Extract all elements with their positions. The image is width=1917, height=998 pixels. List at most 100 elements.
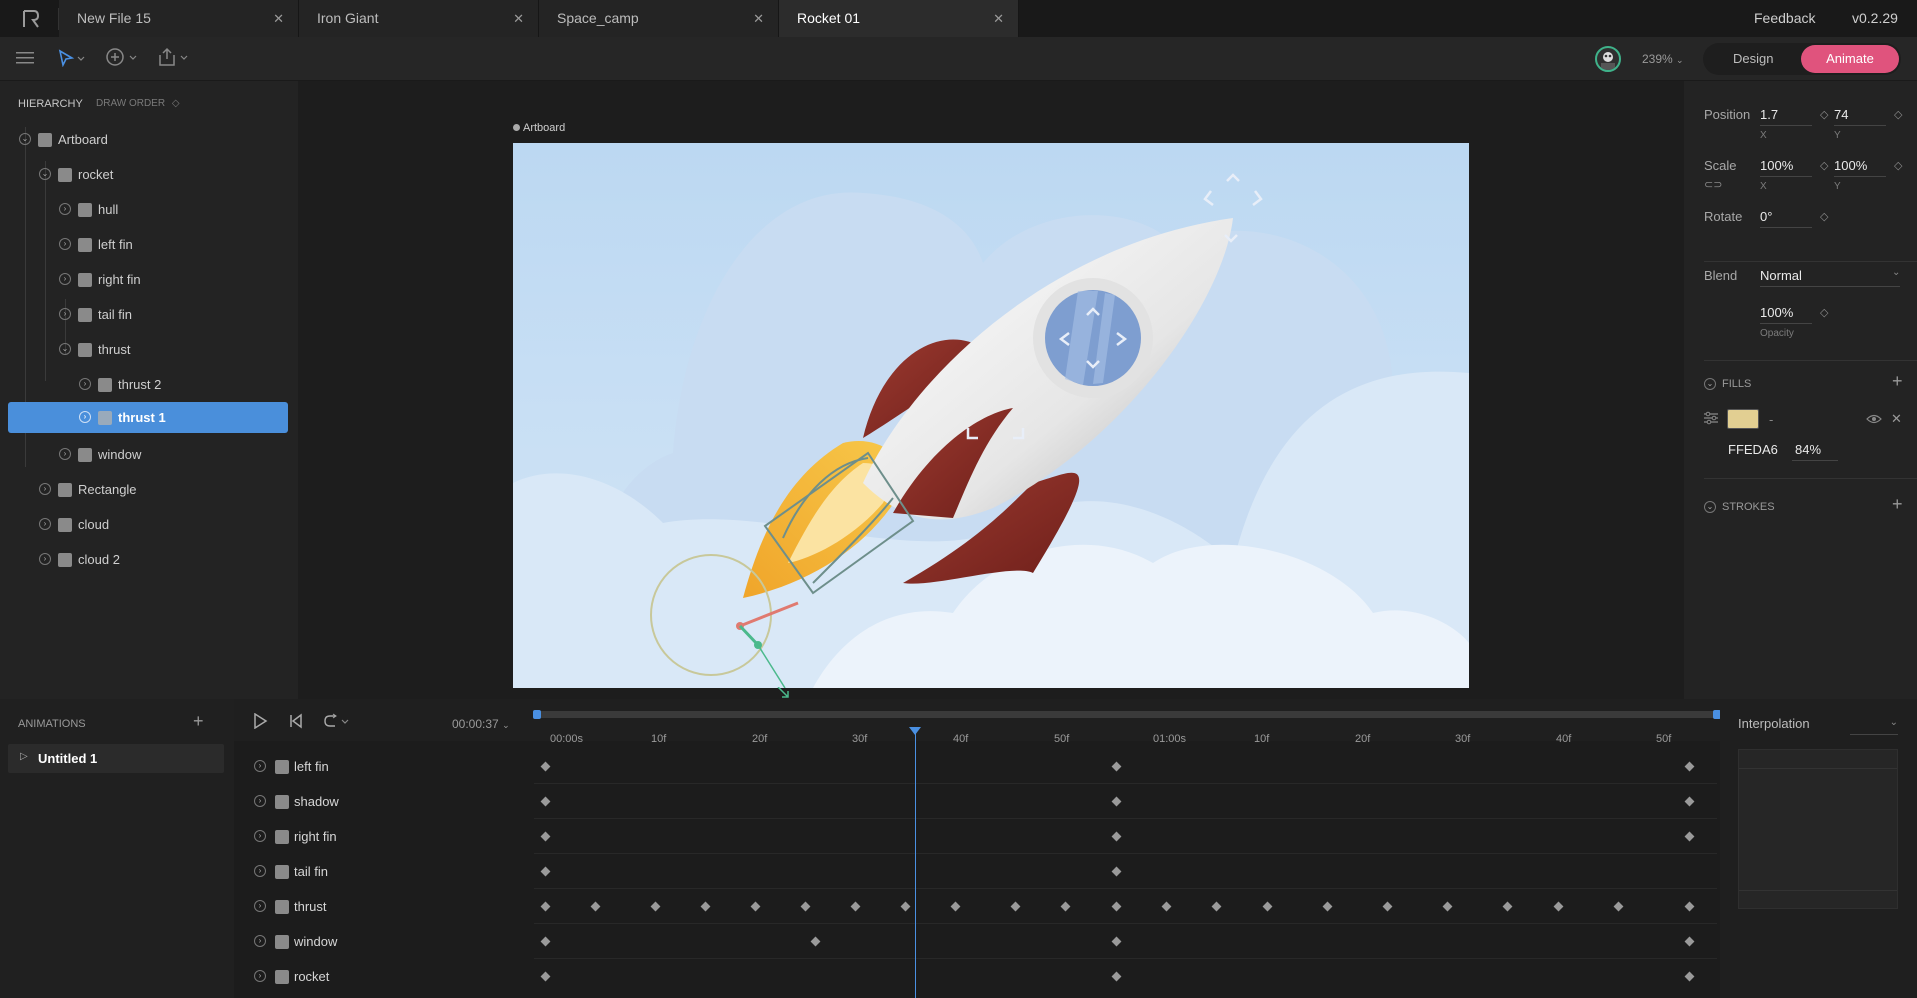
keyframe-diamond-icon[interactable]: ◇ — [1820, 108, 1828, 121]
track-left-fin[interactable]: › left fin — [234, 749, 534, 784]
rewind-button[interactable] — [288, 713, 304, 734]
expand-icon[interactable]: › — [79, 411, 91, 423]
interpolation-select[interactable]: ⌄ — [1850, 717, 1898, 735]
expand-icon[interactable]: › — [79, 378, 91, 390]
expand-icon[interactable]: › — [59, 308, 71, 320]
draw-order-tab[interactable]: DRAW ORDER ◇ — [96, 98, 180, 109]
keyframe-diamond-icon[interactable]: ◇ — [1820, 306, 1828, 319]
close-icon[interactable]: ✕ — [273, 0, 284, 37]
expand-icon[interactable]: › — [254, 795, 266, 807]
expand-icon[interactable]: › — [39, 518, 51, 530]
keyframe-diamond-icon[interactable]: ◇ — [1820, 210, 1828, 223]
hierarchy-item-thrust-2[interactable]: › thrust 2 — [0, 367, 298, 402]
hierarchy-item-right-fin[interactable]: › right fin — [0, 262, 298, 297]
range-bar[interactable] — [536, 711, 1717, 718]
range-start-handle[interactable] — [533, 710, 541, 719]
collapse-icon[interactable]: ⌄ — [19, 133, 31, 145]
expand-icon[interactable]: › — [254, 970, 266, 982]
fill-settings-icon[interactable] — [1704, 411, 1718, 430]
export-icon[interactable] — [157, 47, 191, 72]
hierarchy-item-tail-fin[interactable]: › tail fin — [0, 297, 298, 332]
design-mode-button[interactable]: Design — [1733, 51, 1773, 66]
menu-icon[interactable] — [16, 51, 34, 70]
tab-iron-giant[interactable]: Iron Giant ✕ — [299, 0, 539, 37]
zoom-dropdown[interactable]: 239% ⌄ — [1642, 52, 1684, 66]
close-icon[interactable]: ✕ — [753, 0, 764, 37]
hierarchy-item-cloud-2[interactable]: › cloud 2 — [0, 542, 298, 577]
track-window[interactable]: › window — [234, 924, 534, 959]
hierarchy-item-rocket[interactable]: ⌄ rocket — [0, 157, 298, 192]
hierarchy-item-label: left fin — [98, 237, 133, 252]
rotate-input[interactable]: 0° — [1760, 209, 1772, 224]
artboard[interactable] — [513, 143, 1469, 688]
blend-select[interactable]: Normal — [1760, 268, 1802, 283]
remove-fill-icon[interactable]: ✕ — [1891, 411, 1902, 427]
chevron-down-icon[interactable]: ⌄ — [1892, 267, 1900, 278]
tab-rocket-01[interactable]: Rocket 01 ✕ — [779, 0, 1019, 37]
expand-icon[interactable]: › — [59, 203, 71, 215]
expand-icon[interactable]: › — [59, 238, 71, 250]
collapse-icon[interactable]: ⌄ — [39, 168, 51, 180]
hierarchy-item-thrust[interactable]: ⌄ thrust — [0, 332, 298, 367]
animate-mode-button[interactable]: Animate — [1801, 45, 1899, 73]
expand-icon[interactable]: › — [254, 935, 266, 947]
timecode[interactable]: 00:00:37 ⌄ — [452, 717, 510, 731]
close-icon[interactable]: ✕ — [993, 0, 1004, 37]
add-fill-icon[interactable]: + — [1892, 371, 1903, 392]
hierarchy-item-hull[interactable]: › hull — [0, 192, 298, 227]
expand-icon[interactable]: › — [59, 448, 71, 460]
add-animation-icon[interactable]: + — [193, 711, 204, 732]
fill-opacity-input[interactable]: 84% — [1795, 442, 1821, 457]
add-shape-icon[interactable] — [105, 47, 139, 72]
keyframe-diamond-icon[interactable]: ◇ — [1894, 108, 1902, 121]
expand-icon[interactable]: › — [254, 865, 266, 877]
collapse-icon[interactable]: ⌄ — [59, 343, 71, 355]
track-tail-fin[interactable]: › tail fin — [234, 854, 534, 889]
expand-icon[interactable]: › — [254, 900, 266, 912]
track-rocket[interactable]: › rocket — [234, 959, 534, 994]
stage[interactable]: Artboard — [298, 81, 1684, 699]
expand-icon[interactable]: › — [59, 273, 71, 285]
tab-new-file-15[interactable]: New File 15 ✕ — [59, 0, 299, 37]
track-right-fin[interactable]: › right fin — [234, 819, 534, 854]
fills-collapse-icon[interactable]: ⌄ — [1704, 378, 1716, 390]
avatar[interactable] — [1595, 46, 1621, 72]
select-tool-icon[interactable] — [58, 49, 86, 72]
strokes-collapse-icon[interactable]: ⌄ — [1704, 501, 1716, 513]
opacity-input[interactable]: 100% — [1760, 305, 1793, 320]
expand-icon[interactable]: › — [254, 760, 266, 772]
hierarchy-item-rectangle[interactable]: › Rectangle — [0, 472, 298, 507]
hierarchy-item-cloud[interactable]: › cloud — [0, 507, 298, 542]
position-x-input[interactable]: 1.7 — [1760, 107, 1778, 122]
track-shadow[interactable]: › shadow — [234, 784, 534, 819]
expand-icon[interactable]: › — [254, 830, 266, 842]
scale-y-input[interactable]: 100% — [1834, 158, 1867, 173]
scale-x-input[interactable]: 100% — [1760, 158, 1793, 173]
eye-icon[interactable] — [1866, 412, 1882, 430]
feedback-link[interactable]: Feedback — [1754, 10, 1815, 26]
hierarchy-item-window[interactable]: › window — [0, 437, 298, 472]
fill-hex-input[interactable]: FFEDA6 — [1728, 442, 1778, 457]
add-stroke-icon[interactable]: + — [1892, 494, 1903, 515]
tick-label: 50f — [1656, 733, 1672, 745]
hierarchy-item-artboard[interactable]: ⌄ Artboard — [0, 122, 298, 157]
keyframe-diamond-icon[interactable]: ◇ — [1894, 159, 1902, 172]
tab-space-camp[interactable]: Space_camp ✕ — [539, 0, 779, 37]
hierarchy-item-thrust-1[interactable]: › thrust 1 — [8, 402, 288, 433]
loop-button[interactable] — [322, 713, 352, 734]
track-thrust[interactable]: › thrust — [234, 889, 534, 924]
playhead[interactable] — [915, 733, 916, 998]
hierarchy-tab[interactable]: HIERARCHY — [18, 98, 83, 110]
app-logo[interactable] — [20, 8, 42, 30]
close-icon[interactable]: ✕ — [513, 0, 524, 37]
hierarchy-item-left-fin[interactable]: › left fin — [0, 227, 298, 262]
expand-icon[interactable]: › — [39, 483, 51, 495]
position-y-input[interactable]: 74 — [1834, 107, 1848, 122]
expand-icon[interactable]: › — [39, 553, 51, 565]
animation-item[interactable]: ▷ Untitled 1 — [8, 744, 224, 773]
link-icon[interactable]: ⊂⊃ — [1704, 178, 1722, 191]
play-button[interactable] — [252, 712, 268, 734]
keyframe-diamond-icon[interactable]: ◇ — [1820, 159, 1828, 172]
fill-color-swatch[interactable] — [1727, 409, 1759, 429]
curve-editor[interactable] — [1738, 749, 1898, 909]
